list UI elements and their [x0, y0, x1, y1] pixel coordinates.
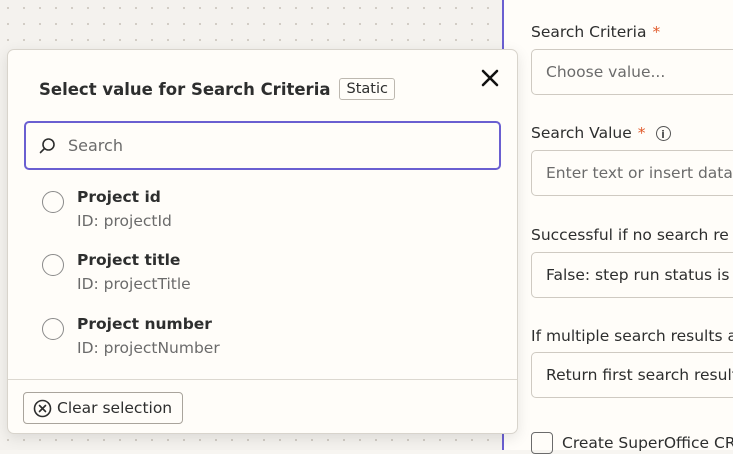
option-id: ID: projectId [77, 212, 172, 230]
radio-button[interactable] [42, 191, 64, 213]
search-criteria-field[interactable]: Choose value... [531, 49, 733, 95]
static-badge: Static [339, 78, 395, 100]
search-value-field[interactable]: Enter text or insert data... [531, 150, 733, 196]
radio-button[interactable] [42, 318, 64, 340]
search-input[interactable] [66, 135, 470, 156]
success-if-no-results-select[interactable]: False: step run status is [531, 252, 733, 298]
modal-title: Select value for Search Criteria Static [39, 78, 395, 100]
option-id: ID: projectTitle [77, 275, 191, 293]
required-mark: * [652, 23, 661, 41]
search-value-label: Search Value * i [531, 124, 671, 142]
search-icon [39, 137, 55, 153]
option-project-title[interactable]: Project title ID: projectTitle [42, 250, 191, 294]
clear-selection-label: Clear selection [57, 399, 173, 417]
multiple-results-select[interactable]: Return first search result [531, 352, 733, 398]
success-if-no-results-label: Successful if no search re [531, 226, 729, 244]
search-criteria-label: Search Criteria * [531, 23, 660, 41]
search-value-placeholder: Enter text or insert data... [546, 164, 733, 182]
close-button[interactable] [478, 66, 502, 90]
search-criteria-placeholder: Choose value... [546, 63, 666, 81]
search-value-label-text: Search Value [531, 124, 632, 142]
radio-button[interactable] [42, 254, 64, 276]
multiple-label-text: If multiple search results a [531, 327, 733, 345]
multiple-results-label: If multiple search results a [531, 327, 733, 345]
required-mark: * [637, 124, 646, 142]
step-config-panel: Search Criteria * Choose value... Search… [504, 0, 733, 454]
option-label: Project title [77, 251, 181, 269]
clear-selection-button[interactable]: Clear selection [23, 392, 184, 424]
create-superoffice-row[interactable]: Create SuperOffice CR [531, 432, 733, 454]
modal-footer-divider [8, 379, 517, 380]
close-icon [481, 69, 499, 87]
create-checkbox-label: Create SuperOffice CR [562, 434, 733, 452]
option-project-number[interactable]: Project number ID: projectNumber [42, 314, 220, 358]
create-checkbox[interactable] [531, 432, 553, 454]
option-label: Project number [77, 315, 212, 333]
option-project-id[interactable]: Project id ID: projectId [42, 187, 172, 231]
modal-title-text: Select value for Search Criteria [39, 79, 331, 99]
search-criteria-label-text: Search Criteria [531, 23, 647, 41]
search-field[interactable] [24, 121, 501, 170]
option-id: ID: projectNumber [77, 339, 220, 357]
success-select-value: False: step run status is [546, 266, 730, 284]
clear-circle-x-icon [33, 399, 52, 417]
success-label-text: Successful if no search re [531, 226, 729, 244]
info-icon[interactable]: i [655, 125, 671, 141]
select-value-modal: Select value for Search Criteria Static … [7, 49, 518, 434]
multiple-select-value: Return first search result [546, 366, 733, 384]
option-label: Project id [77, 188, 161, 206]
